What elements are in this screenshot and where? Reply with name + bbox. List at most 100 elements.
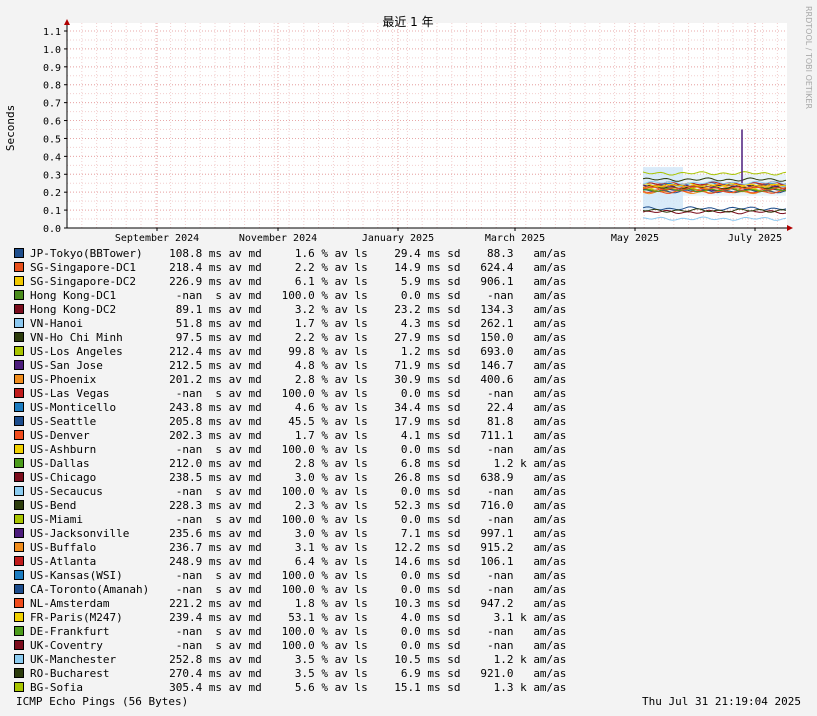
legend-row: US-Kansas(WSI) -nan s av md 100.0 % av l… (14, 569, 566, 583)
legend-swatch (14, 556, 24, 566)
legend-swatch (14, 528, 24, 538)
legend-swatch (14, 612, 24, 622)
legend-entry-text: NL-Amsterdam 221.2 ms av md 1.8 % av ls … (30, 597, 567, 610)
x-tick-label: January 2025 (362, 233, 434, 244)
legend-row: FR-Paris(M247) 239.4 ms av md 53.1 % av … (14, 611, 566, 625)
legend-entry-text: US-Kansas(WSI) -nan s av md 100.0 % av l… (30, 569, 567, 582)
legend-entry-text: US-Buffalo 236.7 ms av md 3.1 % av ls 12… (30, 541, 567, 554)
legend-row: UK-Coventry -nan s av md 100.0 % av ls 0… (14, 639, 566, 653)
y-tick-label: 0.7 (43, 99, 61, 110)
legend-entry-text: UK-Coventry -nan s av md 100.0 % av ls 0… (30, 639, 567, 652)
legend-swatch (14, 248, 24, 258)
legend-swatch (14, 318, 24, 328)
legend-row: US-Bend 228.3 ms av md 2.3 % av ls 52.3 … (14, 499, 566, 513)
legend-swatch (14, 430, 24, 440)
legend-swatch (14, 668, 24, 678)
legend-entry-text: US-Monticello 243.8 ms av md 4.6 % av ls… (30, 401, 567, 414)
y-tick-label: 0.0 (43, 224, 61, 235)
legend-entry-text: US-Seattle 205.8 ms av md 45.5 % av ls 1… (30, 415, 567, 428)
legend-row: US-Jacksonville 235.6 ms av md 3.0 % av … (14, 527, 566, 541)
y-tick-label: 1.1 (43, 27, 61, 38)
legend-row: BG-Sofia 305.4 ms av md 5.6 % av ls 15.1… (14, 681, 566, 695)
legend-swatch (14, 626, 24, 636)
legend-row: UK-Manchester 252.8 ms av md 3.5 % av ls… (14, 653, 566, 667)
y-tick-label: 0.3 (43, 170, 61, 181)
y-axis-label: Seconds (4, 105, 17, 151)
y-tick-label: 0.8 (43, 81, 61, 92)
legend-swatch (14, 458, 24, 468)
legend-row: NL-Amsterdam 221.2 ms av md 1.8 % av ls … (14, 597, 566, 611)
legend-entry-text: US-Las Vegas -nan s av md 100.0 % av ls … (30, 387, 567, 400)
legend-swatch (14, 640, 24, 650)
footer-timestamp: Thu Jul 31 21:19:04 2025 (642, 695, 801, 708)
legend-row: US-Secaucus -nan s av md 100.0 % av ls 0… (14, 485, 566, 499)
legend-swatch (14, 486, 24, 496)
legend-row: US-Las Vegas -nan s av md 100.0 % av ls … (14, 387, 566, 401)
legend-entry-text: VN-Hanoi 51.8 ms av md 1.7 % av ls 4.3 m… (30, 317, 567, 330)
legend-row: SG-Singapore-DC1 218.4 ms av md 2.2 % av… (14, 261, 566, 275)
y-axis-arrow (64, 19, 70, 25)
legend-row: US-Atlanta 248.9 ms av md 6.4 % av ls 14… (14, 555, 566, 569)
legend-row: US-Phoenix 201.2 ms av md 2.8 % av ls 30… (14, 373, 566, 387)
x-tick-label: July 2025 (728, 233, 782, 244)
legend-swatch (14, 276, 24, 286)
legend-swatch (14, 570, 24, 580)
footer-description: ICMP Echo Pings (56 Bytes) (16, 695, 189, 708)
legend-entry-text: Hong Kong-DC2 89.1 ms av md 3.2 % av ls … (30, 303, 567, 316)
legend-entry-text: US-Denver 202.3 ms av md 1.7 % av ls 4.1… (30, 429, 567, 442)
x-axis-arrow (787, 225, 793, 231)
legend-row: US-Los Angeles 212.4 ms av md 99.8 % av … (14, 345, 566, 359)
legend-entry-text: Hong Kong-DC1 -nan s av md 100.0 % av ls… (30, 289, 567, 302)
legend-entry-text: SG-Singapore-DC1 218.4 ms av md 2.2 % av… (30, 261, 567, 274)
legend-entry-text: US-Ashburn -nan s av md 100.0 % av ls 0.… (30, 443, 567, 456)
legend-entry-text: US-Miami -nan s av md 100.0 % av ls 0.0 … (30, 513, 567, 526)
legend-entry-text: DE-Frankfurt -nan s av md 100.0 % av ls … (30, 625, 567, 638)
legend-entry-text: US-Los Angeles 212.4 ms av md 99.8 % av … (30, 345, 567, 358)
legend-swatch (14, 388, 24, 398)
legend-row: CA-Toronto(Amanah) -nan s av md 100.0 % … (14, 583, 566, 597)
x-tick-label: September 2024 (115, 233, 199, 244)
legend-entry-text: JP-Tokyo(BBTower) 108.8 ms av md 1.6 % a… (30, 247, 567, 260)
legend-row: VN-Hanoi 51.8 ms av md 1.7 % av ls 4.3 m… (14, 317, 566, 331)
legend-swatch (14, 444, 24, 454)
y-tick-label: 1.0 (43, 45, 61, 56)
legend-row: JP-Tokyo(BBTower) 108.8 ms av md 1.6 % a… (14, 247, 566, 261)
legend-swatch (14, 500, 24, 510)
legend-swatch (14, 360, 24, 370)
legend-swatch (14, 514, 24, 524)
legend-swatch (14, 402, 24, 412)
legend-swatch (14, 654, 24, 664)
legend-entry-text: UK-Manchester 252.8 ms av md 3.5 % av ls… (30, 653, 567, 666)
legend-swatch (14, 598, 24, 608)
legend-entry-text: FR-Paris(M247) 239.4 ms av md 53.1 % av … (30, 611, 567, 624)
y-tick-label: 0.4 (43, 152, 61, 163)
legend-swatch (14, 542, 24, 552)
legend-swatch (14, 262, 24, 272)
legend-row: US-Miami -nan s av md 100.0 % av ls 0.0 … (14, 513, 566, 527)
legend-swatch (14, 332, 24, 342)
legend-row: DE-Frankfurt -nan s av md 100.0 % av ls … (14, 625, 566, 639)
legend-row: US-Monticello 243.8 ms av md 4.6 % av ls… (14, 401, 566, 415)
x-tick-label: May 2025 (611, 233, 659, 244)
legend-entry-text: US-Chicago 238.5 ms av md 3.0 % av ls 26… (30, 471, 567, 484)
legend-swatch (14, 304, 24, 314)
legend-entry-text: US-San Jose 212.5 ms av md 4.8 % av ls 7… (30, 359, 567, 372)
legend-row: US-Dallas 212.0 ms av md 2.8 % av ls 6.8… (14, 457, 566, 471)
legend-row: US-San Jose 212.5 ms av md 4.8 % av ls 7… (14, 359, 566, 373)
legend-entry-text: US-Atlanta 248.9 ms av md 6.4 % av ls 14… (30, 555, 567, 568)
legend-entry-text: SG-Singapore-DC2 226.9 ms av md 6.1 % av… (30, 275, 567, 288)
legend-swatch (14, 374, 24, 384)
y-tick-label: 0.2 (43, 188, 61, 199)
legend-row: US-Seattle 205.8 ms av md 45.5 % av ls 1… (14, 415, 566, 429)
legend-row: Hong Kong-DC2 89.1 ms av md 3.2 % av ls … (14, 303, 566, 317)
legend-row: VN-Ho Chi Minh 97.5 ms av md 2.2 % av ls… (14, 331, 566, 345)
legend-row: RO-Bucharest 270.4 ms av md 3.5 % av ls … (14, 667, 566, 681)
x-tick-label: November 2024 (239, 233, 317, 244)
legend-swatch (14, 346, 24, 356)
x-tick-label: March 2025 (485, 233, 545, 244)
chart-area: 0.0 0.1 0.2 0.3 0.4 0.5 0.6 0.7 0.8 0.9 1.0 1.1 Sept… (4, 6, 813, 244)
legend-swatch (14, 416, 24, 426)
legend-row: Hong Kong-DC1 -nan s av md 100.0 % av ls… (14, 289, 566, 303)
legend-swatch (14, 472, 24, 482)
legend-entry-text: RO-Bucharest 270.4 ms av md 3.5 % av ls … (30, 667, 567, 680)
